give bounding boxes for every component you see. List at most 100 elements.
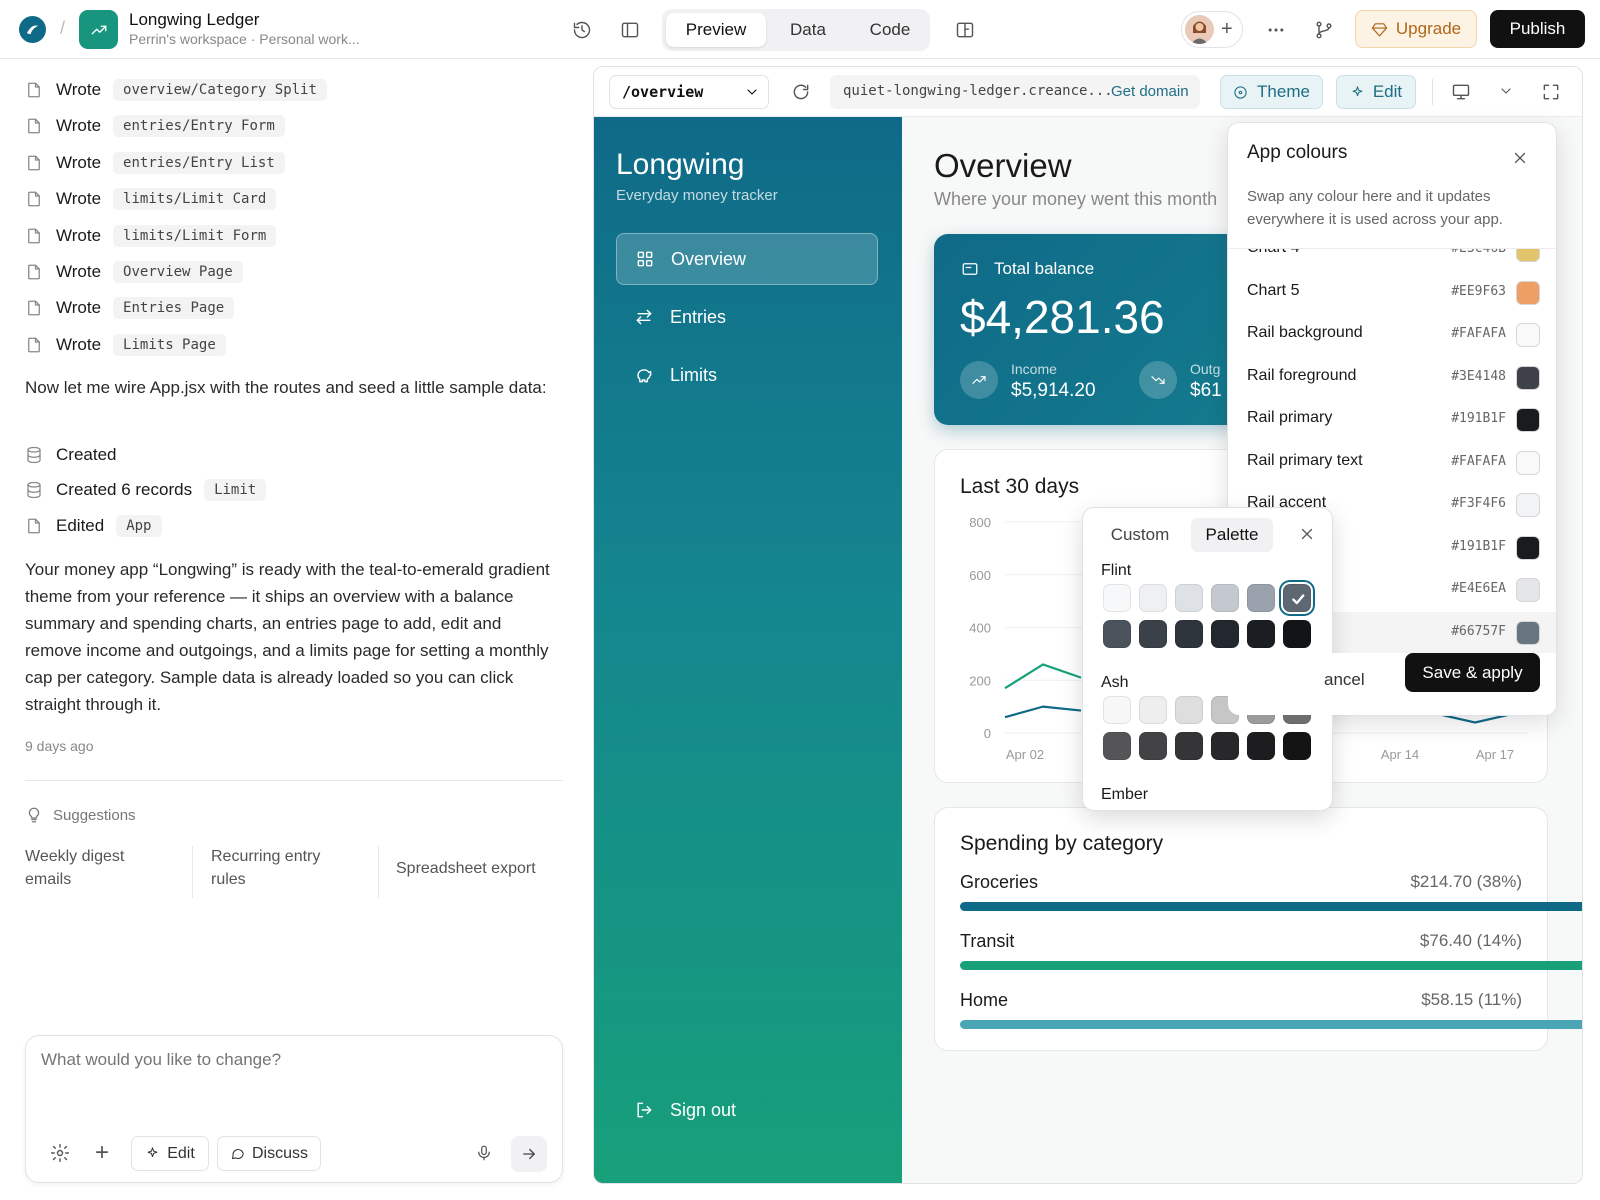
colour-row[interactable]: Rail primary text #FAFAFA: [1228, 442, 1556, 484]
file-chip[interactable]: overview/Category Split: [113, 79, 327, 101]
palette-swatch[interactable]: [1211, 584, 1239, 612]
activity-wrote-label: Wrote: [56, 116, 102, 136]
user-avatar[interactable]: [1185, 15, 1214, 44]
sign-out-label: Sign out: [670, 1099, 737, 1120]
colour-swatch[interactable]: [1516, 620, 1540, 645]
colour-row[interactable]: Rail foreground #3E4148: [1228, 357, 1556, 399]
palette-swatch[interactable]: [1283, 732, 1311, 760]
nav-limits[interactable]: Limits: [616, 349, 878, 401]
palette-swatch[interactable]: [1175, 732, 1203, 760]
colour-swatch[interactable]: [1516, 493, 1540, 517]
save-apply-button[interactable]: Save & apply: [1405, 653, 1540, 692]
route-select[interactable]: /overview: [609, 75, 769, 109]
palette-swatch[interactable]: [1103, 584, 1131, 612]
palette-swatch[interactable]: [1211, 620, 1239, 648]
device-button[interactable]: [1451, 82, 1471, 102]
palette-swatch[interactable]: [1175, 620, 1203, 648]
workspace-name[interactable]: Perrin's workspace · Personal work...: [129, 31, 360, 47]
colour-row[interactable]: Chart 5 #EE9F63: [1228, 272, 1556, 314]
fullscreen-button[interactable]: [1541, 82, 1561, 102]
colour-row[interactable]: Rail primary #191B1F: [1228, 399, 1556, 441]
palette-swatch[interactable]: [1247, 584, 1275, 612]
settings-button[interactable]: [50, 1143, 70, 1163]
palette-swatch[interactable]: [1247, 732, 1275, 760]
add-collaborator-icon[interactable]: +: [1221, 19, 1233, 39]
attach-button[interactable]: +: [95, 1139, 109, 1167]
branch-button[interactable]: [1310, 16, 1338, 44]
category-progress-track: [960, 961, 1582, 970]
file-chip[interactable]: limits/Limit Card: [113, 188, 277, 211]
suggestion-chip[interactable]: Weekly digest emails: [25, 845, 165, 891]
colours-header: App colours Swap any colour here and it …: [1228, 123, 1556, 249]
file-chip[interactable]: Overview Page: [113, 261, 243, 283]
tab-data[interactable]: Data: [768, 13, 848, 47]
palette-swatch[interactable]: [1283, 620, 1311, 648]
palette-swatch[interactable]: [1175, 584, 1203, 612]
nav-entries[interactable]: Entries: [616, 291, 878, 343]
colour-swatch[interactable]: [1516, 578, 1540, 602]
suggestion-chip[interactable]: Spreadsheet export: [396, 857, 566, 880]
colour-swatch[interactable]: [1516, 450, 1540, 475]
tab-palette[interactable]: Palette: [1191, 518, 1273, 552]
palette-swatch[interactable]: [1103, 732, 1131, 760]
palette-swatch[interactable]: [1103, 620, 1131, 648]
project-icon[interactable]: [79, 10, 118, 49]
refresh-button[interactable]: [791, 82, 811, 102]
url-bar[interactable]: quiet-longwing-ledger.creance... Get dom…: [830, 75, 1200, 109]
wallet-icon: [962, 263, 978, 275]
suggestion-chip[interactable]: Recurring entry rules: [211, 845, 351, 891]
tab-code[interactable]: Code: [850, 13, 930, 47]
file-icon: [28, 191, 40, 207]
edit-mode-button[interactable]: Edit: [131, 1136, 209, 1171]
split-view-button[interactable]: [951, 16, 979, 44]
nav-overview[interactable]: Overview: [616, 233, 878, 285]
get-domain-link[interactable]: Get domain: [1111, 83, 1189, 100]
visual-edit-button[interactable]: Edit: [1336, 75, 1416, 109]
palette-swatch[interactable]: [1211, 732, 1239, 760]
palette-swatch[interactable]: [1139, 732, 1167, 760]
close-palette-button[interactable]: [1298, 525, 1316, 543]
colour-swatch[interactable]: [1516, 408, 1540, 432]
palette-swatch[interactable]: [1139, 584, 1167, 612]
palette-swatch[interactable]: [1103, 696, 1131, 724]
palette-swatch[interactable]: [1247, 620, 1275, 648]
project-name[interactable]: Longwing Ledger: [129, 10, 259, 30]
tab-preview[interactable]: Preview: [666, 13, 766, 47]
palette-swatch[interactable]: [1139, 696, 1167, 724]
theme-button[interactable]: Theme: [1220, 75, 1323, 109]
send-button[interactable]: [511, 1136, 547, 1172]
history-button[interactable]: [568, 16, 596, 44]
device-menu-button[interactable]: [1498, 83, 1514, 99]
publish-button[interactable]: Publish: [1490, 10, 1585, 48]
file-chip[interactable]: entries/Entry List: [113, 151, 285, 174]
close-colours-button[interactable]: [1511, 149, 1529, 167]
more-options-button[interactable]: [1262, 16, 1290, 44]
cancel-button[interactable]: ancel: [1324, 670, 1365, 690]
palette-swatch[interactable]: [1175, 696, 1203, 724]
activity-chip[interactable]: Limit: [204, 479, 267, 501]
file-chip[interactable]: Entries Page: [113, 297, 235, 320]
colour-swatch[interactable]: [1516, 535, 1540, 560]
file-chip[interactable]: entries/Entry Form: [113, 115, 285, 138]
discuss-mode-button[interactable]: Discuss: [217, 1136, 321, 1171]
colour-swatch[interactable]: [1516, 280, 1540, 305]
monitor-icon: [1452, 84, 1470, 100]
activity-created-records: Created 6 records Limit: [25, 475, 267, 505]
colour-swatch[interactable]: [1516, 323, 1540, 347]
upgrade-button[interactable]: Upgrade: [1355, 10, 1477, 48]
sign-out-button[interactable]: Sign out: [616, 1084, 878, 1136]
toggle-sidebar-button[interactable]: [616, 16, 644, 44]
palette-swatch[interactable]: [1139, 620, 1167, 648]
sparkle-icon: [147, 1147, 158, 1158]
microphone-button[interactable]: [475, 1144, 493, 1162]
file-chip[interactable]: Limits Page: [113, 333, 226, 356]
colours-title: App colours: [1247, 142, 1348, 163]
app-logo-icon[interactable]: [19, 16, 46, 43]
activity-chip[interactable]: App: [116, 515, 162, 537]
palette-swatch-selected[interactable]: [1283, 584, 1311, 612]
tab-custom[interactable]: Custom: [1093, 518, 1187, 552]
file-chip[interactable]: limits/Limit Form: [113, 224, 277, 247]
colour-swatch[interactable]: [1516, 365, 1540, 390]
colour-row[interactable]: Rail background #FAFAFA: [1228, 314, 1556, 356]
chat-input[interactable]: [41, 1050, 546, 1110]
